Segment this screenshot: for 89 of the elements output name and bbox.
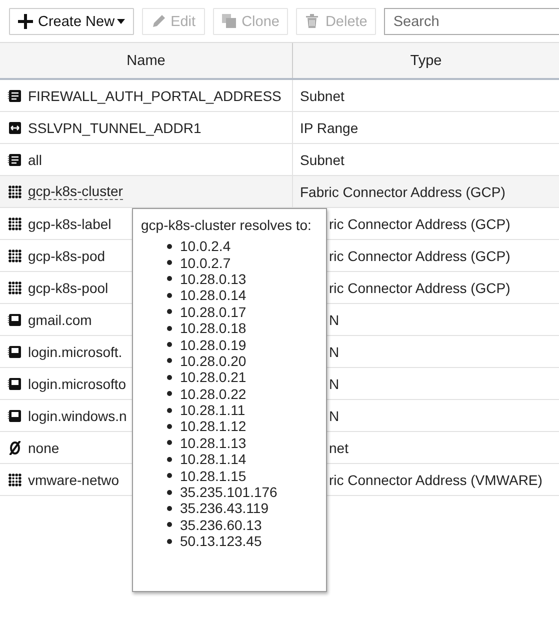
table-row[interactable]: gcp-k8s-cluster Fabric Connector Address (GCP)	[0, 176, 559, 208]
bullet-icon	[167, 260, 172, 266]
ip-address: 10.28.0.18	[167, 320, 326, 336]
ip-address: 50.13.123.45	[167, 533, 326, 550]
ip-address: 10.0.2.7	[167, 254, 326, 271]
bullet-icon	[167, 408, 172, 413]
bullet-icon	[167, 490, 172, 495]
monitor-icon	[8, 312, 22, 326]
type-text: N	[329, 344, 340, 360]
name-text: gcp-k8s-label	[28, 216, 112, 232]
type-text: IP Range	[300, 120, 358, 136]
ip-address: 35.235.101.176	[167, 484, 326, 500]
bullet-icon	[167, 391, 172, 396]
type-text: N	[329, 408, 340, 424]
name-text: all	[28, 152, 42, 168]
bullet-icon	[167, 276, 172, 282]
column-header[interactable]: Type	[292, 43, 559, 78]
ip-address: 35.236.43.119	[167, 500, 326, 517]
trash-icon	[305, 14, 320, 29]
dot-grid-icon	[8, 280, 22, 294]
ip-address: 10.28.0.22	[167, 386, 326, 402]
name-text: gmail.com	[28, 312, 92, 328]
ip-address: 10.28.0.17	[167, 304, 326, 320]
bullet-icon	[167, 522, 172, 528]
ip-address: 10.28.0.21	[167, 369, 326, 386]
bullet-icon	[167, 244, 172, 249]
bullet-icon	[167, 342, 172, 348]
ip-address: 10.28.0.14	[167, 287, 326, 304]
name-text: login.microsoft.	[28, 344, 122, 360]
ip-address: 10.28.1.12	[167, 418, 326, 435]
ip-address: 35.236.60.13	[167, 516, 326, 534]
table-row[interactable]: SSLVPN_TUNNEL_ADDR1 IP Range	[0, 112, 559, 144]
type-text: ric Connector Address (GCP)	[329, 248, 510, 264]
dot-grid-icon	[8, 248, 22, 262]
monitor-icon	[8, 376, 22, 390]
slashed-circle-icon	[8, 440, 22, 454]
range-icon	[8, 120, 22, 134]
column-header[interactable]: Name	[0, 43, 292, 78]
ip-address: 10.0.2.4	[167, 238, 326, 254]
dot-grid-icon	[8, 472, 22, 486]
table-row[interactable]: FIREWALL_AUTH_PORTAL_ADDRESS Subnet	[0, 80, 559, 112]
bullet-icon	[167, 326, 172, 331]
ip-address: 10.28.0.20	[167, 352, 326, 370]
type-text: ric Connector Address (GCP)	[329, 280, 510, 296]
pencil-icon	[150, 14, 166, 29]
type-text: N	[329, 376, 340, 392]
list-icon	[8, 88, 22, 102]
ip-address: 10.28.1.14	[167, 451, 326, 468]
type-text: ric Connector Address (GCP)	[329, 216, 510, 232]
bullet-icon	[167, 424, 172, 429]
monitor-icon	[8, 408, 22, 422]
name-text: gcp-k8s-cluster	[28, 183, 123, 200]
name-text: gcp-k8s-pod	[28, 248, 106, 264]
name-text: login.windows.n	[28, 408, 127, 424]
ip-address: 10.28.0.19	[167, 336, 326, 353]
dot-grid-icon	[8, 184, 22, 198]
list-icon	[8, 152, 22, 166]
toolbar-button[interactable]: Create New	[9, 8, 134, 35]
type-text: Subnet	[300, 88, 344, 104]
bullet-icon	[167, 473, 172, 478]
bullet-icon	[167, 292, 172, 298]
plus-icon	[18, 14, 33, 29]
ip-address: 10.28.1.13	[167, 434, 326, 452]
bullet-icon	[167, 309, 172, 314]
bullet-icon	[167, 358, 172, 364]
name-text: vmware-netwo	[28, 472, 120, 488]
bullet-icon	[167, 456, 172, 462]
clone-icon	[222, 14, 237, 29]
bullet-icon	[167, 374, 172, 380]
ip-address: 10.28.1.11	[167, 402, 326, 418]
type-text: N	[329, 312, 340, 328]
search-field[interactable]: Search	[384, 8, 559, 35]
type-text: Subnet	[300, 152, 344, 168]
name-text: SSLVPN_TUNNEL_ADDR1	[28, 120, 202, 136]
type-text: ric Connector Address (VMWARE)	[329, 472, 542, 488]
bullet-icon	[167, 538, 172, 544]
bullet-icon	[167, 506, 172, 511]
name-text: none	[28, 440, 60, 456]
tooltip-title: gcp-k8s-cluster resolves to:	[141, 217, 312, 233]
monitor-icon	[8, 344, 22, 358]
ip-address: 10.28.0.13	[167, 270, 326, 288]
name-text: gcp-k8s-pool	[28, 280, 108, 296]
bullet-icon	[167, 440, 172, 446]
name-text: login.microsofto	[28, 376, 126, 392]
type-text: net	[329, 440, 348, 456]
type-text: Fabric Connector Address (GCP)	[300, 184, 506, 200]
name-text: FIREWALL_AUTH_PORTAL_ADDRESS	[28, 88, 282, 104]
ip-address: 10.28.1.15	[167, 467, 326, 484]
dot-grid-icon	[8, 216, 22, 230]
